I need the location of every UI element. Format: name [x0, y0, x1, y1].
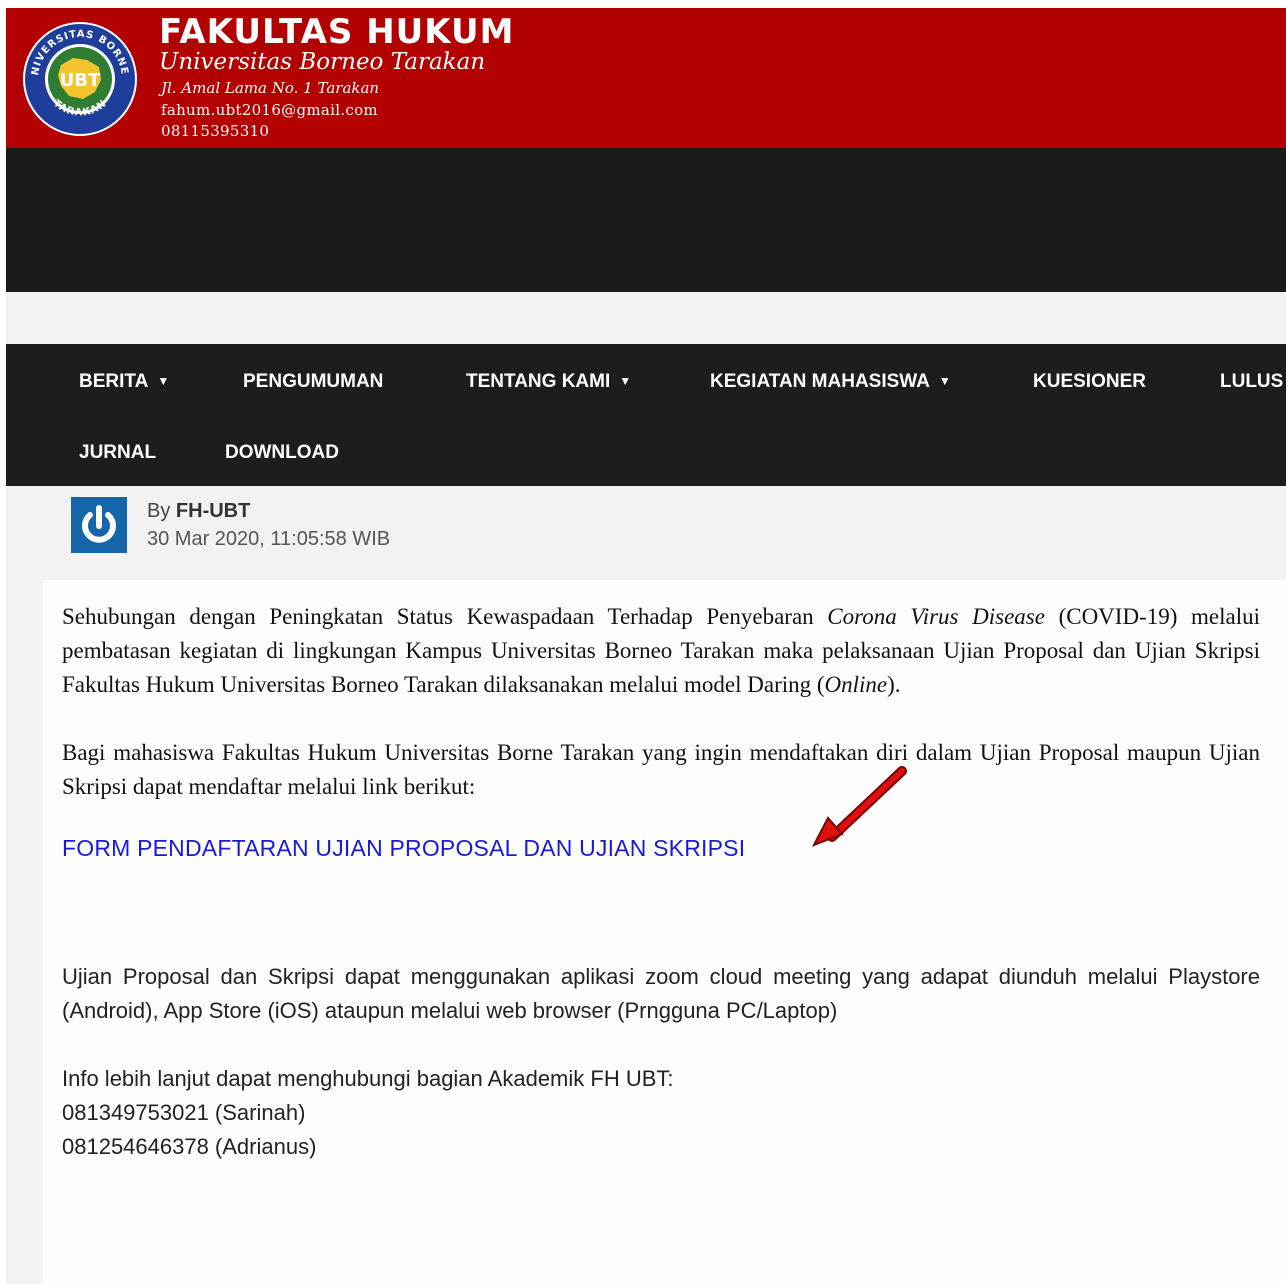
author-name[interactable]: FH-UBT	[176, 500, 250, 522]
chevron-down-icon: ▼	[619, 374, 632, 388]
paragraph-text: ).	[887, 672, 901, 697]
registration-form-link[interactable]: FORM PENDAFTARAN UJIAN PROPOSAL DAN UJIA…	[62, 833, 745, 863]
paragraph-intro: Sehubungan dengan Peningkatan Status Kew…	[62, 600, 1260, 702]
page: UBT UNIVERSITAS BORNEO TARAKAN FAKULTAS …	[6, 8, 1286, 1284]
nav-item-label: JURNAL	[79, 442, 157, 463]
nav-item-jurnal[interactable]: JURNAL	[79, 442, 156, 464]
contact-phone-sarinah: 081349753021 (Sarinah)	[62, 1100, 306, 1125]
paragraph-italic: Corona Virus Disease	[827, 604, 1045, 629]
nav-item-berita[interactable]: BERITA ▼	[79, 371, 169, 394]
contact-info: Info lebih lanjut dapat menghubungi bagi…	[62, 1062, 1260, 1164]
nav-item-label: KUESIONER	[1033, 371, 1146, 392]
nav-item-lulus[interactable]: LULUS	[1220, 371, 1283, 393]
nav-item-kegiatan-mahasiswa[interactable]: KEGIATAN MAHASISWA ▼	[710, 371, 951, 394]
logo-center-text: UBT	[60, 70, 101, 91]
paragraph-italic: Online	[824, 672, 888, 697]
nav-item-label: KEGIATAN MAHASISWA	[710, 371, 930, 392]
nav-item-label: BERITA	[79, 371, 149, 392]
article-body: Sehubungan dengan Peningkatan Status Kew…	[43, 580, 1286, 1284]
university-name: Universitas Borneo Tarakan	[159, 49, 486, 75]
author-prefix: By	[147, 500, 176, 522]
power-icon	[71, 497, 127, 553]
header-dark-band	[6, 148, 1286, 292]
contact-intro: Info lebih lanjut dapat menghubungi bagi…	[62, 1066, 674, 1091]
nav-item-label: LULUS	[1220, 371, 1284, 392]
address: Jl. Amal Lama No. 1 Tarakan	[161, 79, 380, 97]
faculty-title: FAKULTAS HUKUM	[159, 12, 515, 52]
nav-item-label: PENGUMUMAN	[243, 371, 384, 392]
author-line: By FH-UBT	[147, 500, 250, 522]
paragraph-text: Sehubungan dengan Peningkatan Status Kew…	[62, 604, 828, 629]
nav-item-pengumuman[interactable]: PENGUMUMAN	[243, 371, 383, 393]
main-nav: BERITA ▼ PENGUMUMAN TENTANG KAMI ▼ KEGIATA…	[6, 344, 1286, 486]
university-logo[interactable]: UBT UNIVERSITAS BORNEO TARAKAN	[21, 20, 139, 138]
site-header: UBT UNIVERSITAS BORNEO TARAKAN FAKULTAS …	[6, 8, 1286, 148]
nav-item-kuesioner[interactable]: KUESIONER	[1033, 371, 1146, 393]
contact-email: fahum.ubt2016@gmail.com	[161, 101, 378, 119]
chevron-down-icon: ▼	[157, 374, 170, 388]
nav-item-label: TENTANG KAMI	[466, 371, 611, 392]
nav-item-download[interactable]: DOWNLOAD	[225, 442, 339, 464]
paragraph-registration: Bagi mahasiswa Fakultas Hukum Universita…	[62, 740, 1260, 799]
contact-phone-adrianus: 081254646378 (Adrianus)	[62, 1134, 317, 1159]
contact-phone: 08115395310	[161, 122, 270, 140]
nav-item-label: DOWNLOAD	[225, 442, 339, 463]
nav-item-tentang-kami[interactable]: TENTANG KAMI ▼	[466, 371, 631, 394]
paragraph-zoom-info: Ujian Proposal dan Skripsi dapat menggun…	[62, 964, 1260, 1023]
post-date: 30 Mar 2020, 11:05:58 WIB	[147, 528, 391, 550]
chevron-down-icon: ▼	[938, 374, 951, 388]
